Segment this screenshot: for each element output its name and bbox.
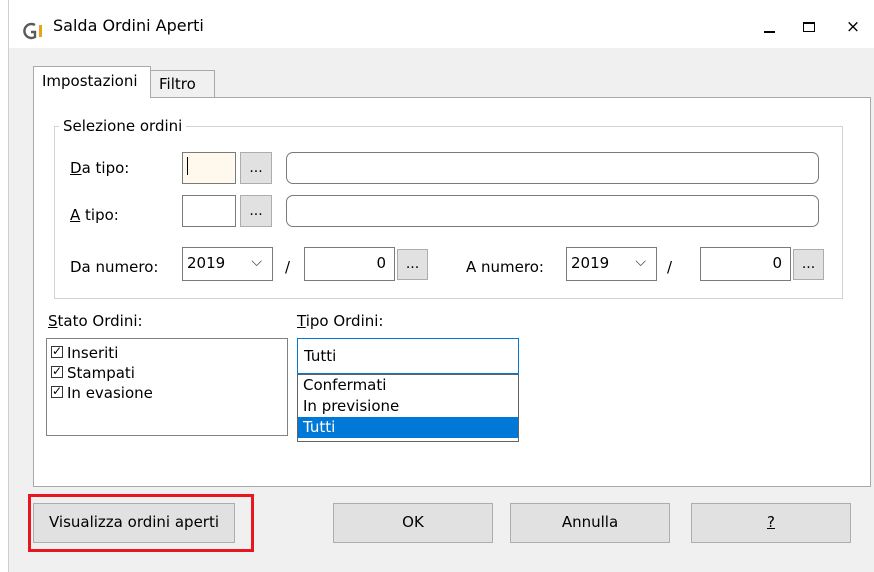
minimize-icon	[763, 31, 775, 33]
tipo-ordini-label: Tipo Ordini:	[297, 312, 384, 330]
a-numero-label: A numero:	[466, 258, 544, 276]
checkbox[interactable]: ✓	[51, 364, 63, 378]
stato-item-stampati[interactable]: ✓ Stampati	[51, 364, 135, 382]
check-icon: ✓	[52, 384, 63, 398]
a-numero-number-input[interactable]: 0	[700, 247, 791, 281]
da-numero-year-value: 2019	[187, 254, 226, 272]
da-numero-number-input[interactable]: 0	[304, 247, 395, 281]
dialog-window: Salda Ordini Aperti × Impostazioni Filtr…	[8, 0, 874, 572]
tipo-ordini-combo[interactable]: Tutti	[297, 338, 519, 374]
maximize-icon	[803, 22, 815, 32]
tab-impostazioni[interactable]: Impostazioni	[33, 66, 151, 98]
check-icon: ✓	[52, 364, 63, 378]
tipo-ordini-dropdown[interactable]: Confermati In previsione Tutti	[297, 374, 519, 442]
stato-item-in-evasione[interactable]: ✓ In evasione	[51, 384, 153, 402]
a-numero-year-value: 2019	[571, 254, 610, 272]
annulla-button[interactable]: Annulla	[510, 503, 670, 543]
chevron-down-icon: ⌵	[251, 254, 262, 270]
close-button[interactable]: ×	[833, 12, 873, 42]
da-tipo-description[interactable]	[286, 152, 819, 184]
a-numero-year-combo[interactable]: 2019 ⌵	[566, 247, 657, 281]
close-icon: ×	[845, 16, 861, 37]
slash-separator: /	[667, 258, 673, 276]
tab-filtro[interactable]: Filtro	[151, 70, 215, 98]
minimize-button[interactable]	[749, 12, 789, 42]
a-tipo-browse-button[interactable]: ...	[240, 195, 272, 227]
dropdown-option-tutti[interactable]: Tutti	[298, 417, 518, 438]
da-numero-label: Da numero:	[70, 258, 159, 276]
da-tipo-input[interactable]	[182, 152, 236, 184]
checkbox[interactable]: ✓	[51, 384, 63, 398]
checkbox[interactable]: ✓	[51, 344, 63, 358]
highlight-annotation	[28, 494, 254, 552]
help-button[interactable]: ?	[691, 503, 851, 543]
text-caret	[187, 156, 188, 175]
window-title: Salda Ordini Aperti	[53, 16, 204, 35]
da-numero-browse-button[interactable]: ...	[397, 249, 428, 280]
a-tipo-label: A tipo:	[70, 206, 119, 224]
stato-item-inseriti[interactable]: ✓ Inseriti	[51, 344, 118, 362]
title-bar[interactable]: Salda Ordini Aperti ×	[9, 0, 874, 48]
app-logo-icon	[23, 22, 42, 40]
maximize-button[interactable]	[789, 12, 829, 42]
dropdown-option-in-previsione[interactable]: In previsione	[298, 396, 518, 417]
da-numero-year-combo[interactable]: 2019 ⌵	[182, 247, 273, 281]
stato-ordini-list[interactable]: ✓ Inseriti ✓ Stampati ✓ In evasione	[46, 338, 288, 436]
a-tipo-description[interactable]	[286, 195, 819, 227]
a-tipo-input[interactable]	[182, 195, 236, 227]
chevron-down-icon: ⌵	[635, 254, 646, 270]
check-icon: ✓	[52, 344, 63, 358]
group-label: Selezione ordini	[59, 115, 187, 137]
da-tipo-label: Da tipo:	[70, 159, 130, 177]
da-tipo-browse-button[interactable]: ...	[240, 152, 272, 184]
a-numero-browse-button[interactable]: ...	[793, 249, 824, 280]
selezione-ordini-group: Selezione ordini Da tipo: ... A tipo: ..…	[54, 115, 843, 299]
stato-ordini-label: Stato Ordini:	[48, 312, 143, 330]
dropdown-option-confermati[interactable]: Confermati	[298, 375, 518, 396]
tab-panel-impostazioni: Selezione ordini Da tipo: ... A tipo: ..…	[33, 97, 871, 487]
ok-button[interactable]: OK	[333, 503, 493, 543]
slash-separator: /	[285, 258, 291, 276]
